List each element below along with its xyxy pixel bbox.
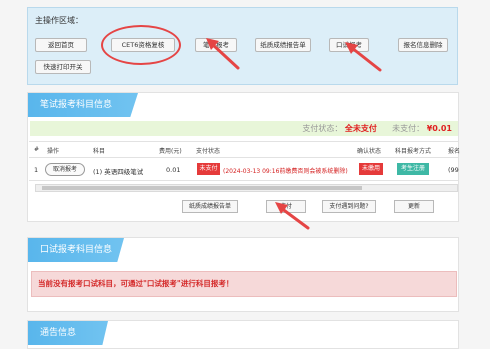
arrow-to-written-register: [210, 42, 240, 70]
arrow-to-pay: [279, 206, 310, 230]
arrow-to-oral-register: [350, 46, 382, 72]
annotation-arrows: [206, 38, 382, 230]
